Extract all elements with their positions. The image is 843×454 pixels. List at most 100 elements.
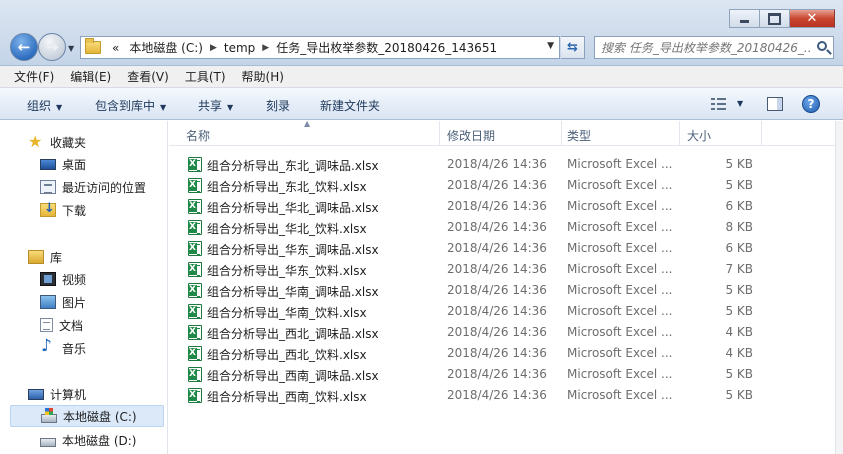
sidebar-label: 本地磁盘 (C:) bbox=[63, 409, 137, 424]
sidebar-item-libraries[interactable]: 库 bbox=[10, 246, 164, 268]
sidebar-item-downloads[interactable]: 下载 bbox=[10, 199, 164, 221]
search-icon[interactable] bbox=[817, 41, 827, 51]
file-type: Microsoft Excel ... bbox=[567, 304, 673, 318]
sidebar-item-drive-c[interactable]: 本地磁盘 (C:) bbox=[10, 405, 164, 427]
menu-edit[interactable]: 编辑(E) bbox=[70, 68, 111, 85]
excel-file-icon bbox=[188, 199, 202, 214]
file-name: 组合分析导出_西北_调味品.xlsx bbox=[207, 327, 379, 341]
table-row[interactable]: 组合分析导出_西南_饮料.xlsx 2018/4/26 14:36 Microsof… bbox=[169, 385, 769, 406]
include-in-library-label: 包含到库中 bbox=[95, 99, 156, 113]
sidebar-label: 库 bbox=[50, 250, 63, 265]
file-name: 组合分析导出_华北_饮料.xlsx bbox=[207, 222, 367, 236]
address-history-dropdown[interactable]: ▼ bbox=[547, 41, 554, 51]
refresh-icon: ⇆ bbox=[567, 40, 578, 55]
minimize-button[interactable] bbox=[729, 9, 759, 28]
column-header-type[interactable]: 类型 bbox=[567, 127, 591, 144]
file-type: Microsoft Excel ... bbox=[567, 388, 673, 402]
column-divider[interactable] bbox=[561, 121, 562, 146]
file-size: 7 KB bbox=[725, 262, 753, 276]
file-type: Microsoft Excel ... bbox=[567, 367, 673, 381]
chevron-right-icon[interactable]: ▶ bbox=[208, 43, 219, 53]
file-type: Microsoft Excel ... bbox=[567, 262, 673, 276]
column-divider[interactable] bbox=[439, 121, 440, 146]
excel-file-icon bbox=[188, 283, 202, 298]
video-icon bbox=[40, 272, 56, 286]
table-row[interactable]: 组合分析导出_东北_饮料.xlsx 2018/4/26 14:36 Microsof… bbox=[169, 175, 769, 196]
share-button[interactable]: 共享 ▼ bbox=[198, 97, 233, 114]
recent-pages-dropdown[interactable]: ▼ bbox=[68, 44, 74, 53]
menu-file[interactable]: 文件(F) bbox=[14, 68, 54, 85]
close-button[interactable]: ✕ bbox=[789, 9, 835, 28]
library-icon bbox=[28, 250, 44, 264]
star-icon bbox=[28, 132, 44, 151]
burn-button[interactable]: 刻录 bbox=[266, 97, 290, 114]
document-icon bbox=[40, 318, 53, 332]
sidebar-item-desktop[interactable]: 桌面 bbox=[10, 153, 164, 175]
table-row[interactable]: 组合分析导出_华东_调味品.xlsx 2018/4/26 14:36 Microso… bbox=[169, 238, 769, 259]
table-row[interactable]: 组合分析导出_华南_调味品.xlsx 2018/4/26 14:36 Microso… bbox=[169, 280, 769, 301]
file-list-pane: ▲ 名称 修改日期 类型 大小 组合分析导出_东北_调味品.xlsx 2018/4… bbox=[169, 119, 835, 454]
table-row[interactable]: 组合分析导出_华北_饮料.xlsx 2018/4/26 14:36 Microsof… bbox=[169, 217, 769, 238]
sidebar-item-drive-d[interactable]: 本地磁盘 (D:) bbox=[10, 429, 164, 451]
search-box[interactable] bbox=[594, 36, 834, 59]
address-bar[interactable]: « 本地磁盘 (C:) ▶ temp ▶ 任务_导出枚举参数_20180426_… bbox=[80, 36, 560, 59]
table-row[interactable]: 组合分析导出_西北_饮料.xlsx 2018/4/26 14:36 Microsof… bbox=[169, 343, 769, 364]
column-divider[interactable] bbox=[679, 121, 680, 146]
sidebar-item-videos[interactable]: 视频 bbox=[10, 268, 164, 290]
sidebar-item-pictures[interactable]: 图片 bbox=[10, 291, 164, 313]
excel-file-icon bbox=[188, 241, 202, 256]
sidebar-item-computer[interactable]: 计算机 bbox=[10, 383, 164, 405]
breadcrumb-temp[interactable]: temp bbox=[219, 41, 260, 55]
file-modified-date: 2018/4/26 14:36 bbox=[447, 199, 547, 213]
table-row[interactable]: 组合分析导出_西南_调味品.xlsx 2018/4/26 14:36 Microso… bbox=[169, 364, 769, 385]
table-row[interactable]: 组合分析导出_华南_饮料.xlsx 2018/4/26 14:36 Microsof… bbox=[169, 301, 769, 322]
column-header-name[interactable]: 名称 bbox=[186, 127, 210, 144]
menu-tools[interactable]: 工具(T) bbox=[185, 68, 226, 85]
menu-view[interactable]: 查看(V) bbox=[127, 68, 169, 85]
file-size: 4 KB bbox=[725, 346, 753, 360]
column-header-size[interactable]: 大小 bbox=[687, 127, 711, 144]
maximize-button[interactable] bbox=[759, 9, 789, 28]
file-type: Microsoft Excel ... bbox=[567, 346, 673, 360]
caret-down-icon: ▼ bbox=[56, 103, 63, 112]
command-toolbar: 组织 ▼ 包含到库中 ▼ 共享 ▼ 刻录 新建文件夹 ▼ ? bbox=[0, 88, 843, 120]
sidebar-item-favorites[interactable]: 收藏夹 bbox=[10, 131, 164, 153]
table-row[interactable]: 组合分析导出_华北_调味品.xlsx 2018/4/26 14:36 Microso… bbox=[169, 196, 769, 217]
file-name: 组合分析导出_东北_饮料.xlsx bbox=[207, 180, 367, 194]
table-row[interactable]: 组合分析导出_华东_饮料.xlsx 2018/4/26 14:36 Microsof… bbox=[169, 259, 769, 280]
forward-arrow-icon: → bbox=[45, 38, 59, 56]
file-size: 6 KB bbox=[725, 241, 753, 255]
new-folder-button[interactable]: 新建文件夹 bbox=[320, 97, 380, 114]
menu-help[interactable]: 帮助(H) bbox=[242, 68, 284, 85]
column-header-modified[interactable]: 修改日期 bbox=[447, 127, 495, 144]
view-options-icon[interactable] bbox=[711, 98, 727, 110]
breadcrumb-task-folder[interactable]: 任务_导出枚举参数_20180426_143651 bbox=[271, 39, 502, 56]
chevron-right-icon[interactable]: ▶ bbox=[260, 43, 271, 53]
file-modified-date: 2018/4/26 14:36 bbox=[447, 241, 547, 255]
file-type: Microsoft Excel ... bbox=[567, 283, 673, 297]
preview-pane-icon[interactable] bbox=[767, 97, 783, 111]
file-name: 组合分析导出_西南_调味品.xlsx bbox=[207, 369, 379, 383]
folder-icon bbox=[85, 38, 101, 54]
help-icon[interactable]: ? bbox=[802, 95, 820, 113]
breadcrumb-overflow[interactable]: « bbox=[107, 41, 124, 55]
sidebar-item-recent[interactable]: 最近访问的位置 bbox=[10, 176, 164, 198]
include-in-library-button[interactable]: 包含到库中 ▼ bbox=[95, 97, 166, 114]
organize-button[interactable]: 组织 ▼ bbox=[27, 97, 62, 114]
organize-label: 组织 bbox=[27, 99, 52, 113]
refresh-button[interactable]: ⇆ bbox=[561, 36, 585, 59]
search-input[interactable] bbox=[601, 40, 811, 55]
sidebar-item-documents[interactable]: 文档 bbox=[10, 314, 164, 336]
back-button[interactable]: ← bbox=[10, 33, 38, 61]
breadcrumb-drive-c[interactable]: 本地磁盘 (C:) bbox=[124, 39, 208, 56]
view-options-dropdown[interactable]: ▼ bbox=[737, 99, 743, 108]
sidebar-label: 音乐 bbox=[62, 341, 87, 356]
sidebar-label: 图片 bbox=[62, 295, 87, 310]
sidebar-item-music[interactable]: 音乐 bbox=[10, 336, 164, 359]
column-divider[interactable] bbox=[761, 121, 762, 146]
forward-button[interactable]: → bbox=[38, 33, 66, 61]
vertical-scrollbar[interactable] bbox=[835, 121, 843, 454]
table-row[interactable]: 组合分析导出_西北_调味品.xlsx 2018/4/26 14:36 Microso… bbox=[169, 322, 769, 343]
table-row[interactable]: 组合分析导出_东北_调味品.xlsx 2018/4/26 14:36 Microso… bbox=[169, 154, 769, 175]
file-name: 组合分析导出_华东_调味品.xlsx bbox=[207, 243, 379, 257]
